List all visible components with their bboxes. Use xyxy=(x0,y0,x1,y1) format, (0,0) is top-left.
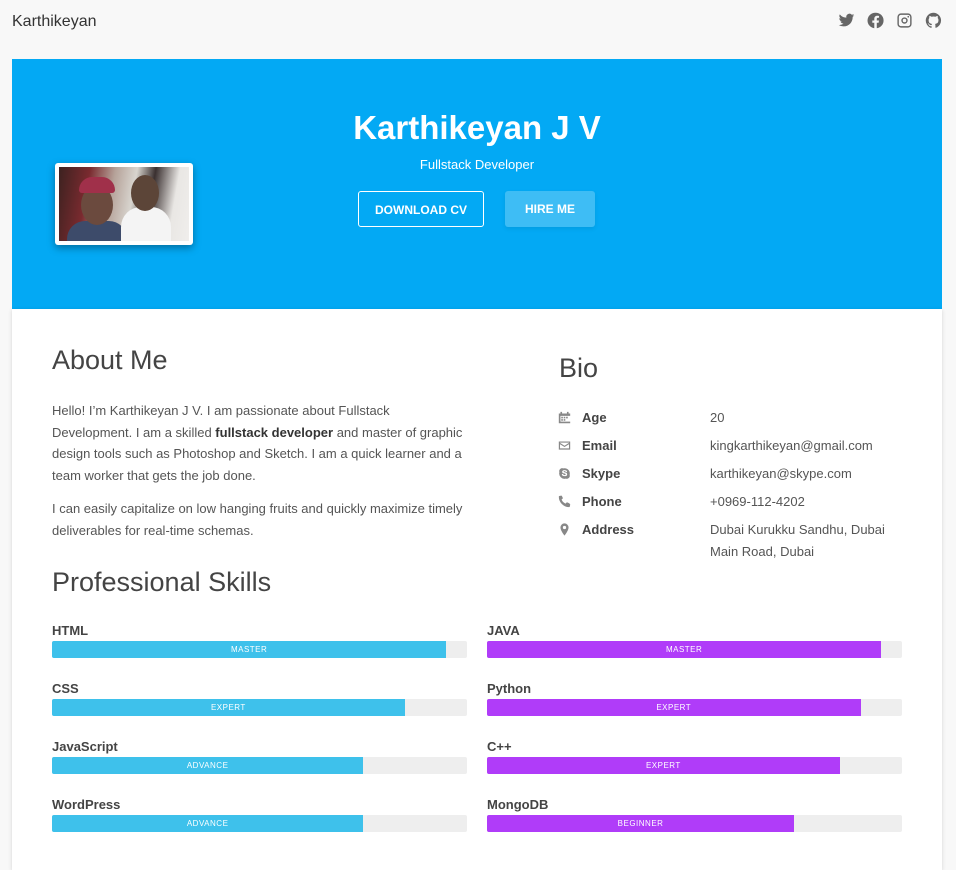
github-icon xyxy=(925,12,942,28)
brand-link[interactable]: Karthikeyan xyxy=(12,13,97,31)
bio-label: Email xyxy=(582,438,617,453)
skill-name: JavaScript xyxy=(52,739,118,754)
profile-photo-image xyxy=(59,167,189,241)
hire-me-button[interactable]: HIRE ME xyxy=(505,191,595,227)
bio-value-age: 20 xyxy=(710,410,725,425)
profile-title: Fullstack Developer xyxy=(419,157,535,172)
skill-bar-fill: EXPERT xyxy=(52,699,405,716)
skill-bar-track: MASTER xyxy=(52,641,467,658)
instagram-icon xyxy=(897,13,912,28)
profile-photo xyxy=(55,163,193,245)
skill-name: CSS xyxy=(52,681,79,696)
top-navbar: Karthikeyan xyxy=(0,0,956,44)
profile-card: About Me Hello! I’m Karthikeyan J V. I a… xyxy=(12,309,942,870)
skill-bar-fill: ADVANCE xyxy=(52,815,364,832)
download-cv-button[interactable]: DOWNLOAD CV xyxy=(358,191,484,227)
twitter-icon xyxy=(838,13,855,27)
skill-name: HTML xyxy=(52,623,89,638)
calendar-icon xyxy=(558,411,571,424)
bio-label: Address xyxy=(582,522,635,537)
skill-bar-track: EXPERT xyxy=(52,699,467,716)
bio-heading: Bio xyxy=(559,353,599,383)
skill-bar-fill: ADVANCE xyxy=(52,757,364,774)
skills-heading: Professional Skills xyxy=(52,567,272,597)
github-link[interactable] xyxy=(925,12,942,29)
skill-bar-track: ADVANCE xyxy=(52,757,467,774)
bio-value-email[interactable]: kingkarthikeyan@gmail.com xyxy=(710,435,900,457)
bio-value-skype: karthikeyan@skype.com xyxy=(710,466,852,481)
skill-bar-track: EXPERT xyxy=(487,757,902,774)
phone-icon xyxy=(558,495,571,508)
skill-bar-track: BEGINNER xyxy=(487,815,902,832)
profile-name: Karthikeyan J V xyxy=(353,109,601,146)
skill-bar-track: EXPERT xyxy=(487,699,902,716)
envelope-icon xyxy=(558,439,571,452)
bio-value-address: Dubai Kurukku Sandhu, Dubai Main Road, D… xyxy=(710,522,885,559)
about-paragraph-1: Hello! I’m Karthikeyan J V. I am passion… xyxy=(52,400,472,486)
bio-value-phone: +0969-112-4202 xyxy=(710,494,805,509)
about-heading: About Me xyxy=(52,345,168,375)
skill-name: Python xyxy=(487,681,532,696)
skill-bar-track: MASTER xyxy=(487,641,902,658)
skype-icon xyxy=(558,467,571,480)
skill-name: JAVA xyxy=(487,623,520,638)
about-paragraph-2: I can easily capitalize on low hanging f… xyxy=(52,501,463,538)
facebook-link[interactable] xyxy=(867,12,884,29)
bio-label: Age xyxy=(582,410,607,425)
bio-label: Skype xyxy=(582,466,621,481)
instagram-link[interactable] xyxy=(896,12,913,29)
social-links xyxy=(838,12,942,29)
skill-name: WordPress xyxy=(52,797,121,812)
skill-name: C++ xyxy=(487,739,512,754)
skill-bar-fill: MASTER xyxy=(52,641,447,658)
map-marker-icon xyxy=(558,523,571,536)
about-highlight: fullstack developer xyxy=(215,424,334,440)
facebook-icon xyxy=(867,12,884,29)
bio-label: Phone xyxy=(582,494,622,509)
skill-bar-track: ADVANCE xyxy=(52,815,467,832)
skill-bar-fill: BEGINNER xyxy=(487,815,795,832)
skill-name: MongoDB xyxy=(487,797,549,812)
hero-banner: Karthikeyan J V Fullstack Developer DOWN… xyxy=(12,59,942,309)
twitter-link[interactable] xyxy=(838,12,855,29)
skill-bar-fill: EXPERT xyxy=(487,757,840,774)
skill-bar-fill: EXPERT xyxy=(487,699,861,716)
skill-bar-fill: MASTER xyxy=(487,641,882,658)
